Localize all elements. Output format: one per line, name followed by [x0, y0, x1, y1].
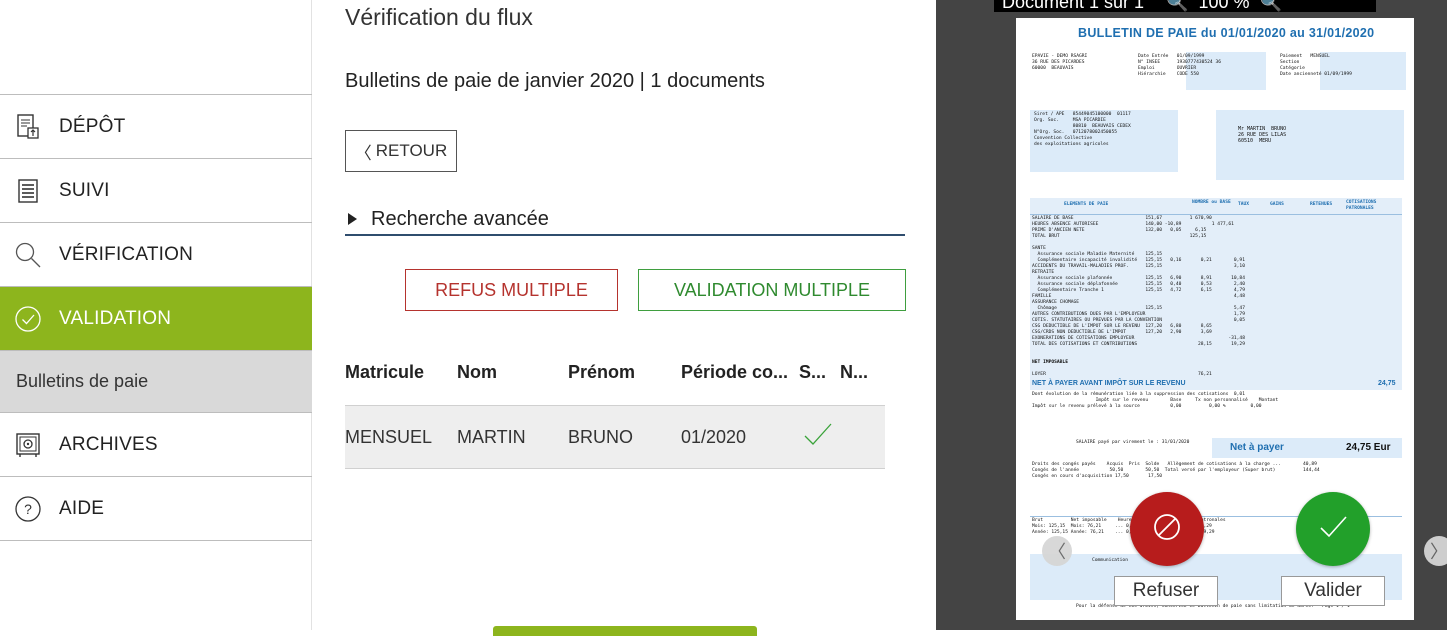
doc-net-value: 24,75 Eur [1346, 442, 1391, 453]
sidebar-item-label: SUIVI [59, 179, 110, 201]
doc-loyer: LOYER 76,21 [1032, 372, 1212, 377]
doc-leave-lines: Droits des congés payés Acquis Pris Sold… [1032, 462, 1320, 479]
viewer-page-indicator: Document 1 sur 1 [1002, 0, 1145, 12]
search-icon [13, 240, 43, 270]
doc-net-before-tax: NET À PAYER AVANT IMPÔT SUR LE REVENU [1032, 380, 1186, 387]
refuse-circle-button[interactable] [1130, 492, 1204, 566]
safe-icon [13, 430, 43, 460]
page-subtitle: Bulletins de paie de janvier 2020 | 1 do… [345, 70, 765, 92]
check-circle-icon [13, 304, 43, 334]
sidebar-item-depot[interactable]: DÉPÔT [0, 94, 312, 158]
zoom-in-icon[interactable]: 🔍 [1260, 0, 1282, 12]
help-icon: ? [13, 494, 43, 524]
doc-net-before-tax-value: 24,75 [1378, 380, 1396, 387]
page-title: Vérification du flux [345, 4, 533, 30]
doc-employee-ids: Date Entrée 01/09/1999 N° INSEE 19307774… [1138, 54, 1221, 77]
viewer-toolbar: Document 1 sur 1 🔍 100 % 🔍 [994, 0, 1376, 12]
doc-col-base: NOMBRE ou BASE [1192, 200, 1231, 205]
check-icon [803, 420, 833, 450]
doc-paid-on: SALAIRE payé par virement le : 31/01/202… [1076, 440, 1190, 445]
refuse-button[interactable]: Refuser [1114, 576, 1218, 606]
back-button-label: RETOUR [375, 141, 448, 160]
svg-text:?: ? [24, 501, 32, 517]
column-header-matricule[interactable]: Matricule [345, 362, 424, 383]
forbidden-icon [1152, 512, 1182, 547]
doc-org-text: Siret / APE 85449045100000 01117 Org. So… [1034, 112, 1131, 147]
sidebar-item-label: VALIDATION [59, 307, 172, 329]
doc-employer-text: EPAVIE - DEMO RSAGRI 36 RUE DES PICARDES… [1032, 54, 1088, 71]
cell-nom: MARTIN [457, 427, 526, 447]
column-header-n[interactable]: N... [840, 362, 868, 383]
doc-net-label: Net à payer [1230, 442, 1284, 453]
table-row[interactable]: MENSUEL MARTIN BRUNO 01/2020 [345, 405, 885, 469]
doc-table-rule [1030, 214, 1402, 215]
sidebar-item-verification[interactable]: VÉRIFICATION [0, 222, 312, 286]
sidebar: DÉPÔT SUIVI VÉRIFICATION VALIDATION Bull… [0, 0, 312, 630]
sidebar-subitem-label: Bulletins de paie [16, 371, 149, 391]
document-viewer: Document 1 sur 1 🔍 100 % 🔍 BULLETIN DE P… [936, 0, 1447, 630]
cell-periode: 01/2020 [681, 427, 747, 447]
doc-address-text: Mr MARTIN BRUNO 26 RUE DES LILAS 60510 M… [1238, 126, 1287, 144]
deposit-icon [13, 112, 43, 142]
caret-right-icon [348, 213, 357, 225]
zoom-out-icon[interactable]: 🔍 [1166, 0, 1188, 12]
column-header-prenom[interactable]: Prénom [568, 362, 635, 383]
list-icon [13, 176, 43, 206]
refuse-multiple-button[interactable]: REFUS MULTIPLE [405, 269, 618, 311]
column-header-nom[interactable]: Nom [457, 362, 497, 383]
bottom-action-button[interactable] [493, 626, 757, 636]
sidebar-item-validation[interactable]: VALIDATION [0, 286, 312, 350]
validate-multiple-button[interactable]: VALIDATION MULTIPLE [638, 269, 906, 311]
sidebar-item-suivi[interactable]: SUIVI [0, 158, 312, 222]
doc-contract-info: Paiement MENSUEL Section Catégorie Date … [1280, 54, 1352, 77]
validate-button[interactable]: Valider [1281, 576, 1385, 606]
table-header: Matricule Nom Prénom Période co... S... … [345, 356, 885, 392]
back-button[interactable]: 〈 RETOUR [345, 130, 457, 172]
column-header-periode[interactable]: Période co... [681, 362, 788, 383]
doc-tax-lines: Dont évolution de la rémunération liée à… [1032, 392, 1279, 409]
main-panel: Vérification du flux Bulletins de paie d… [313, 0, 935, 636]
doc-net-taxable: NET IMPOSABLE [1032, 360, 1068, 365]
doc-col-gains: GAINS [1270, 202, 1284, 207]
column-header-statut[interactable]: S... [799, 362, 826, 383]
sidebar-divider [0, 540, 312, 541]
next-page-arrow[interactable]: 〉 [1424, 536, 1447, 566]
cell-matricule: MENSUEL [345, 427, 433, 447]
sidebar-item-aide[interactable]: ? AIDE [0, 476, 312, 540]
doc-col-elements: ELEMENTS DE PAIE [1064, 202, 1109, 207]
doc-address-block [1216, 110, 1404, 180]
sidebar-item-label: ARCHIVES [59, 433, 158, 455]
cell-prenom: BRUNO [568, 427, 634, 447]
sidebar-subitem-bulletins[interactable]: Bulletins de paie [0, 350, 312, 412]
sidebar-item-label: AIDE [59, 497, 105, 519]
validate-circle-button[interactable] [1296, 492, 1370, 566]
sidebar-item-archives[interactable]: ARCHIVES [0, 412, 312, 476]
zoom-level: 100 % [1198, 0, 1250, 12]
doc-col-taux: TAUX [1238, 202, 1250, 207]
previous-page-arrow[interactable]: 〈 [1042, 536, 1072, 566]
doc-col-retenues: RETENUES [1310, 202, 1333, 207]
check-icon [1317, 511, 1349, 548]
advanced-search-toggle[interactable]: Recherche avancée [345, 204, 905, 236]
doc-footer-comm: Communication [1092, 558, 1128, 563]
sidebar-item-label: VÉRIFICATION [59, 243, 193, 265]
advanced-search-label: Recherche avancée [371, 207, 549, 230]
sidebar-item-label: DÉPÔT [59, 115, 126, 137]
payslip-title: BULLETIN DE PAIE du 01/01/2020 au 31/01/… [1078, 26, 1375, 40]
doc-pay-lines: SALAIRE DE BASE 151,67 1 670,90 HEURES A… [1032, 216, 1245, 347]
doc-col-cotisations: COTISATIONS PATRONALES [1346, 200, 1377, 211]
chevron-left-icon: 〈 [354, 143, 372, 163]
